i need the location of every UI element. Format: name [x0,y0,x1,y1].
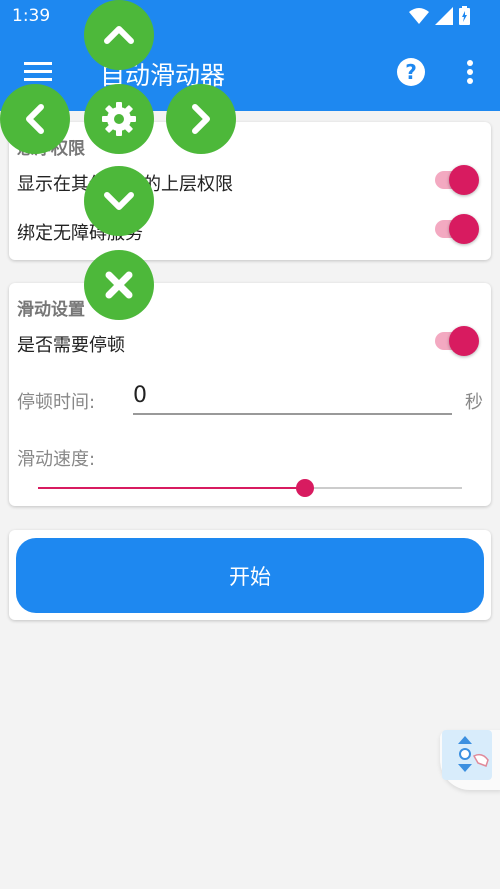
more-vert-icon[interactable] [460,58,480,88]
start-button[interactable]: 开始 [16,538,484,613]
start-card: 开始 [9,530,491,620]
swipe-gesture-icon [458,736,489,772]
status-icons [409,6,470,25]
move-down-control[interactable] [84,166,154,236]
battery-icon [459,6,470,25]
close-control[interactable] [84,250,154,320]
pause-time-label: 停顿时间: [17,392,96,413]
speed-slider-thumb[interactable] [296,479,315,497]
chevron-up-icon [104,26,134,44]
slide-settings-card: 滑动设置 是否需要停顿 停顿时间: 0 秒 滑动速度: [9,283,491,506]
help-icon[interactable]: ? [396,57,426,87]
speed-slider-fill [38,487,306,489]
pause-label: 是否需要停顿 [17,335,125,356]
permissions-card: 悬浮权限 显示在其他应用的上层权限 绑定无障碍服务 [9,122,491,260]
close-icon [105,271,133,299]
wifi-icon [409,7,429,24]
app-bar: 1:39 自动滑动器 ? [0,0,500,111]
status-time: 1:39 [12,6,51,26]
chevron-right-icon [192,104,210,134]
accessibility-service-switch[interactable] [435,214,479,244]
move-up-control[interactable] [84,0,154,70]
menu-icon[interactable] [24,60,54,84]
speed-label: 滑动速度: [17,449,96,470]
speed-slider[interactable] [38,479,462,497]
overlay-permission-switch[interactable] [435,165,479,195]
move-right-control[interactable] [166,84,236,154]
svg-text:?: ? [405,60,417,84]
signal-icon [435,6,453,25]
chevron-down-icon [104,192,134,210]
slide-settings-section-title: 滑动设置 [17,300,85,320]
pause-switch[interactable] [435,326,479,356]
gear-icon [102,102,136,136]
floating-swipe-tool-icon[interactable] [442,730,492,780]
move-left-control[interactable] [0,84,70,154]
pause-time-input[interactable]: 0 [133,383,452,415]
chevron-left-icon [26,104,44,134]
settings-control[interactable] [84,84,154,154]
pause-time-unit: 秒 [465,392,483,413]
